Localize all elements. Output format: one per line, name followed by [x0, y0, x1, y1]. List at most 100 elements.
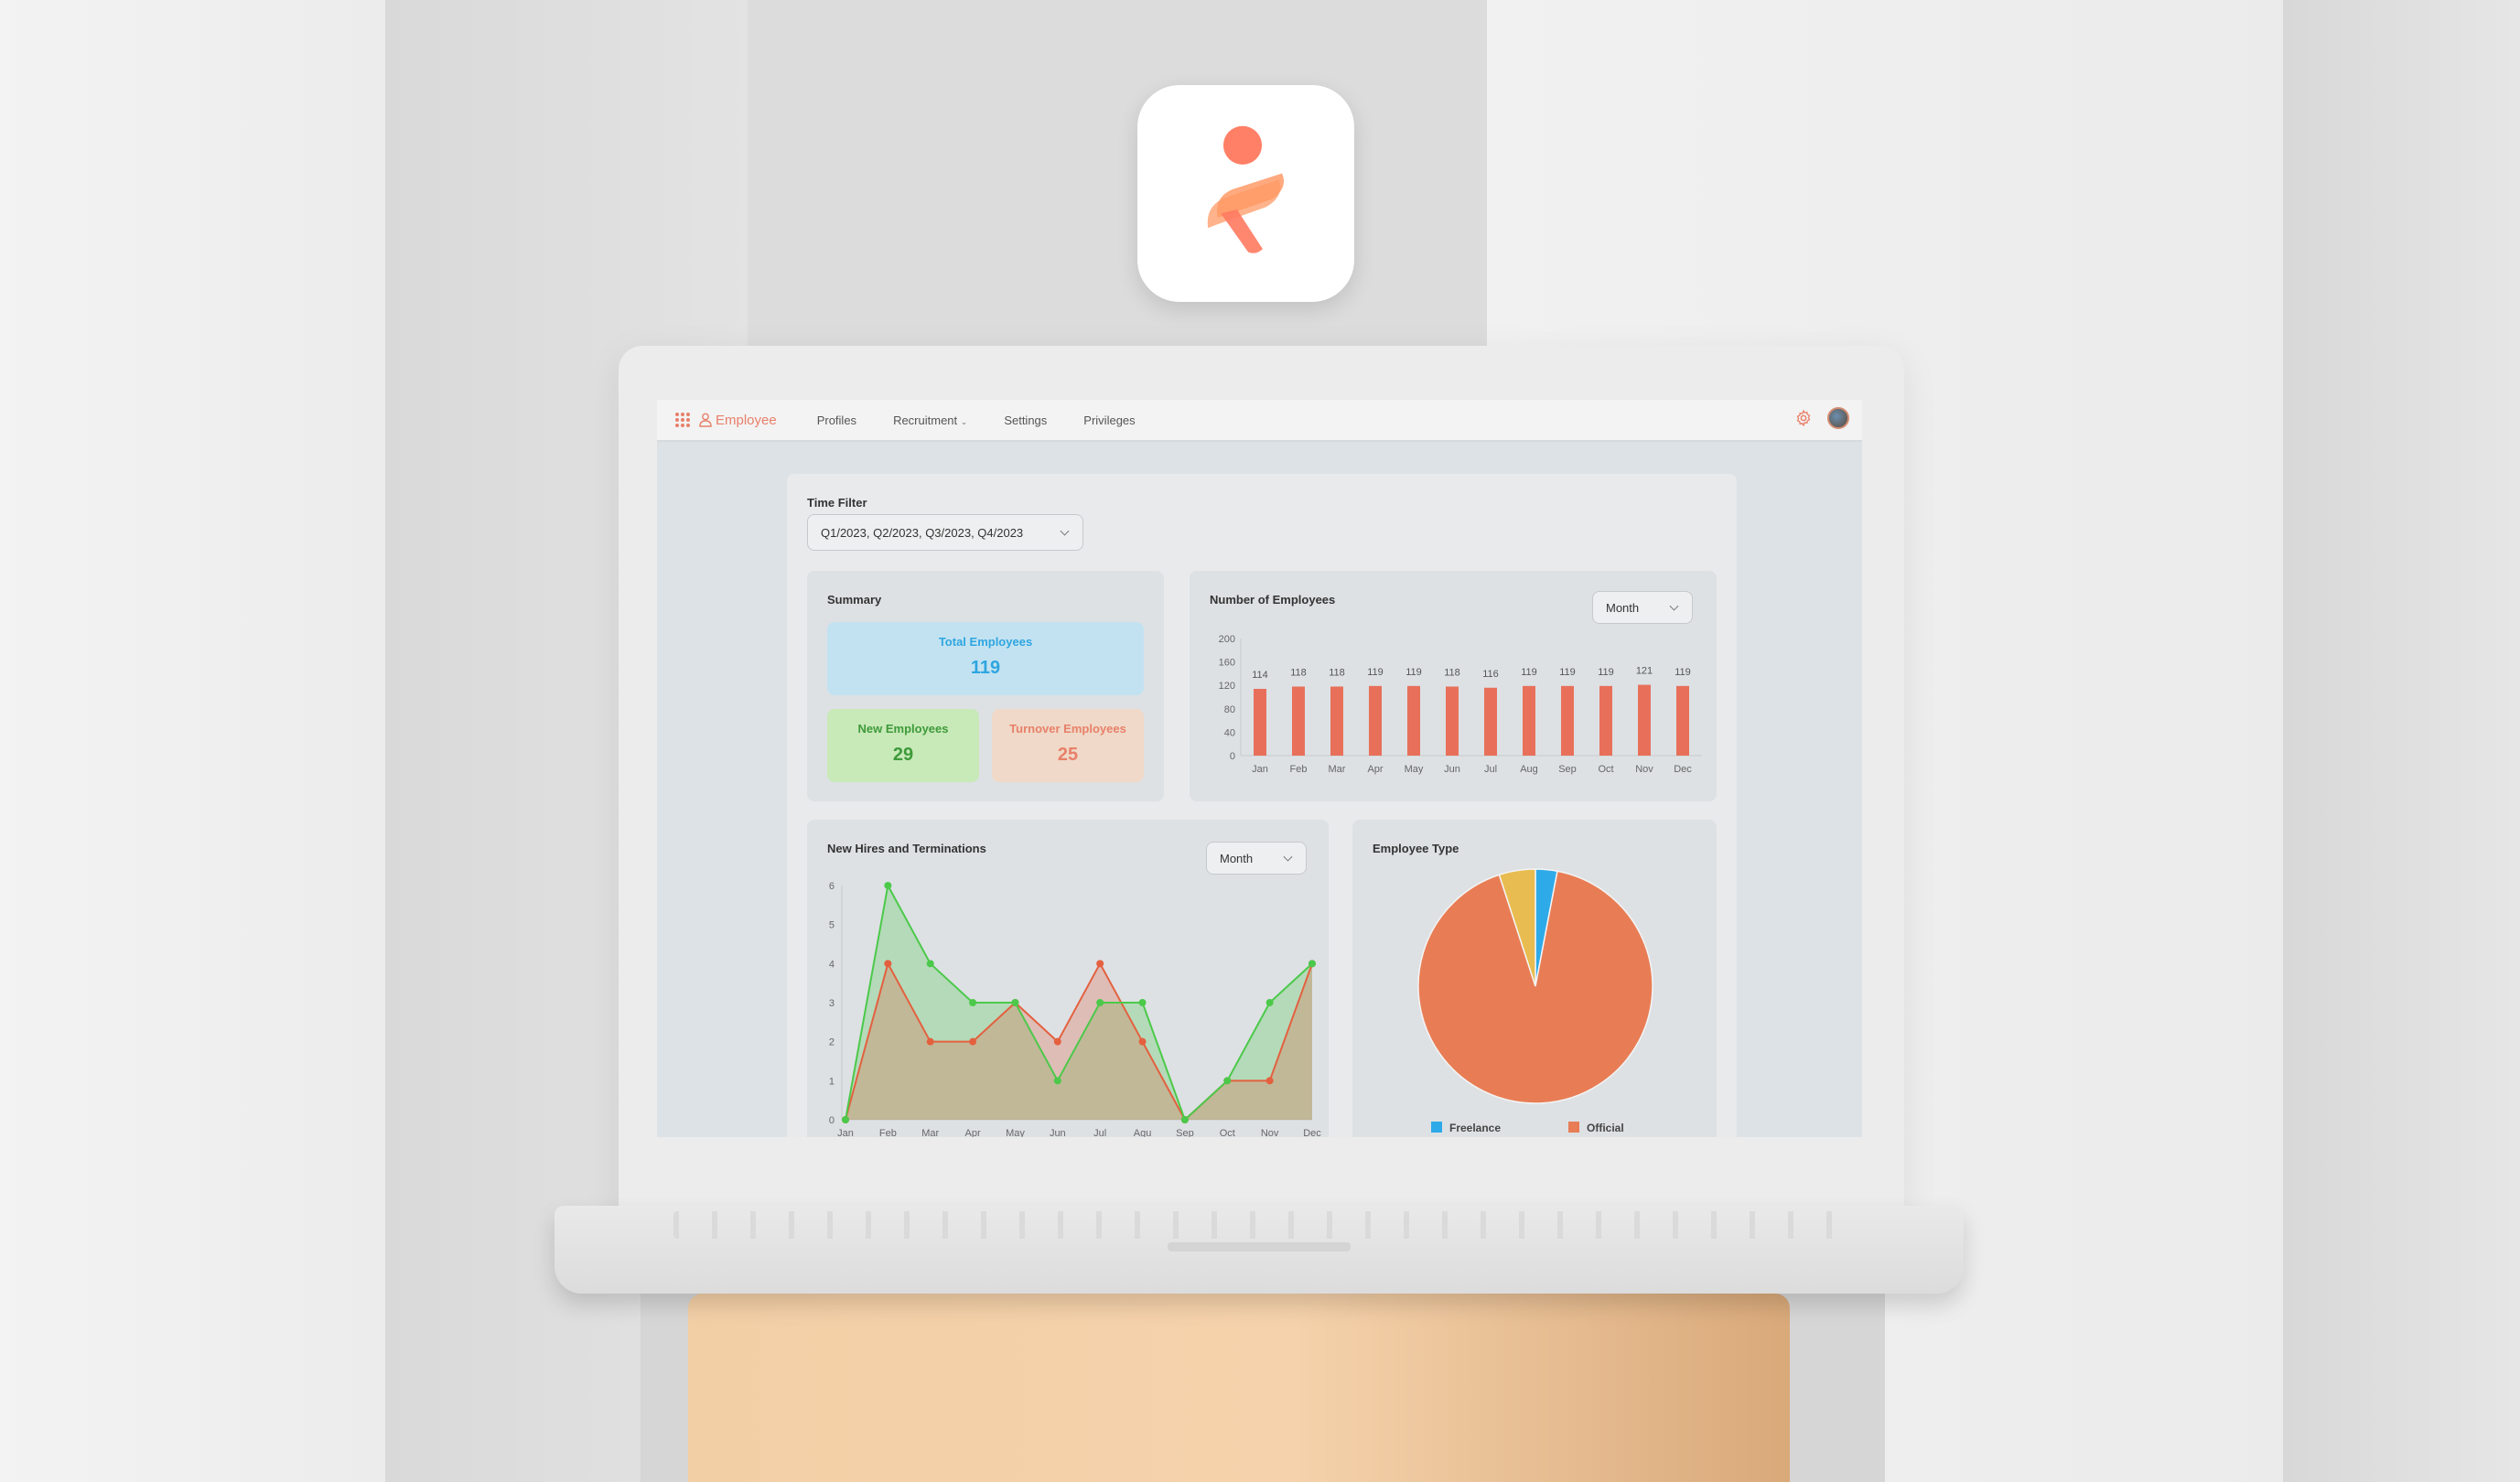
x-tick-label: Jul	[1484, 764, 1497, 775]
hires-chart-panel: New Hires and Terminations Month 0123456…	[807, 820, 1329, 1137]
time-filter-label: Time Filter	[807, 496, 867, 510]
legend-label: Freelance	[1449, 1122, 1501, 1134]
bar	[1638, 684, 1651, 756]
summary-panel: Summary Total Employees 119 New Employee…	[807, 571, 1164, 801]
x-tick-label: Jun	[1444, 764, 1460, 775]
x-tick-label: Jan	[837, 1128, 854, 1137]
laptop-base	[555, 1206, 1964, 1294]
data-point	[842, 1116, 849, 1123]
type-chart-panel: Employee Type Freelance Official	[1352, 820, 1717, 1137]
employee-type-pie-chart: Freelance Official	[1417, 868, 1653, 1134]
data-point	[1011, 999, 1019, 1006]
x-tick-label: Dec	[1674, 764, 1692, 775]
y-tick-label: 120	[1219, 681, 1235, 692]
x-tick-label: Mar	[1329, 764, 1346, 775]
data-point	[1308, 960, 1316, 968]
nav-privileges[interactable]: Privileges	[1083, 413, 1135, 427]
legend-swatch	[1431, 1122, 1442, 1133]
data-point	[969, 999, 977, 1006]
nav-settings[interactable]: Settings	[1004, 413, 1047, 427]
apps-grid-icon[interactable]	[675, 413, 690, 427]
data-point	[926, 960, 934, 968]
total-employees-label: Total Employees	[938, 635, 1033, 649]
legend-swatch	[1568, 1122, 1579, 1133]
data-point	[969, 1037, 977, 1046]
x-tick-label: Apr	[965, 1128, 981, 1137]
summary-title: Summary	[827, 593, 882, 607]
turnover-employees-label: Turnover Employees	[1009, 722, 1126, 736]
y-tick-label: 160	[1219, 658, 1235, 669]
employee-app-icon	[1137, 85, 1354, 302]
x-tick-label: Nov	[1635, 764, 1653, 775]
bar-data-label: 119	[1521, 667, 1537, 678]
x-tick-label: Aug	[1520, 764, 1538, 775]
x-tick-label: Jan	[1252, 764, 1268, 775]
x-tick-label: Oct	[1220, 1128, 1235, 1137]
bar	[1407, 685, 1420, 756]
data-point	[1138, 1037, 1147, 1046]
y-tick-label: 0	[829, 1115, 835, 1126]
background-wall-left	[0, 0, 385, 1482]
user-avatar[interactable]	[1827, 407, 1849, 429]
data-point	[1053, 1077, 1061, 1085]
bar	[1292, 686, 1305, 756]
brand-link[interactable]: Employee	[699, 413, 777, 428]
x-tick-label: Sep	[1558, 764, 1577, 775]
nav-recruitment-label: Recruitment	[893, 413, 958, 427]
bar-data-label: 118	[1444, 667, 1460, 678]
laptop-notch	[1168, 1242, 1351, 1251]
y-tick-label: 4	[829, 959, 835, 970]
data-point	[1053, 1037, 1061, 1046]
turnover-employees-value: 25	[1057, 745, 1079, 765]
app-logo-icon	[1207, 125, 1285, 253]
bar-data-label: 119	[1367, 667, 1384, 678]
time-filter-select[interactable]: Q1/2023, Q2/2023, Q3/2023, Q4/2023	[807, 514, 1083, 551]
nav-profiles[interactable]: Profiles	[817, 413, 856, 427]
y-tick-label: 3	[829, 998, 835, 1009]
data-point	[1265, 999, 1274, 1006]
y-tick-label: 0	[1230, 751, 1235, 762]
x-tick-label: Feb	[879, 1128, 897, 1137]
x-tick-label: Jul	[1093, 1128, 1106, 1137]
bar-data-label: 114	[1252, 670, 1268, 681]
user-icon	[699, 413, 712, 427]
top-navbar: Employee Profiles Recruitment ⌄ Settings…	[657, 400, 1862, 442]
x-tick-label: Nov	[1261, 1128, 1279, 1137]
data-point	[926, 1037, 934, 1046]
x-tick-label: Feb	[1290, 764, 1308, 775]
new-employees-value: 29	[892, 745, 914, 765]
pedestal	[688, 1294, 1790, 1482]
brand-name: Employee	[716, 412, 777, 428]
data-point	[1223, 1077, 1232, 1085]
x-tick-label: Mar	[921, 1128, 939, 1137]
hires-area-chart: 0 1 2 3 4 5 6 Jan Feb Mar Apr May Jun Jul Agu Sep Oct Nov…	[829, 881, 1321, 1137]
laptop-keyboard	[673, 1211, 1845, 1239]
y-tick-label: 1	[829, 1076, 835, 1087]
x-tick-label: May	[1405, 764, 1424, 775]
nav-recruitment[interactable]: Recruitment ⌄	[893, 413, 967, 427]
data-point	[1096, 999, 1104, 1006]
bar-data-label: 116	[1482, 669, 1499, 680]
x-tick-label: Jun	[1050, 1128, 1066, 1137]
bar	[1254, 689, 1266, 756]
data-point	[1265, 1077, 1274, 1085]
laptop-screen: Employee Profiles Recruitment ⌄ Settings…	[657, 400, 1862, 1137]
total-employees-value: 119	[970, 658, 1001, 678]
gear-icon[interactable]	[1794, 409, 1813, 427]
background-wall-edge	[2283, 0, 2520, 1482]
legend-label: Official	[1587, 1122, 1624, 1134]
data-point	[1180, 1116, 1189, 1123]
bar-data-label: 119	[1405, 667, 1422, 678]
bar-data-label: 118	[1329, 667, 1345, 678]
x-tick-label: Dec	[1303, 1128, 1321, 1137]
bar	[1369, 685, 1382, 756]
y-tick-label: 200	[1219, 634, 1235, 645]
bar	[1561, 685, 1574, 756]
bar	[1676, 685, 1689, 756]
x-tick-label: Agu	[1134, 1128, 1152, 1137]
y-tick-label: 40	[1224, 727, 1235, 738]
x-tick-label: Sep	[1176, 1128, 1194, 1137]
data-point	[1096, 960, 1104, 968]
x-tick-label: May	[1006, 1128, 1025, 1137]
y-tick-label: 6	[829, 881, 835, 892]
